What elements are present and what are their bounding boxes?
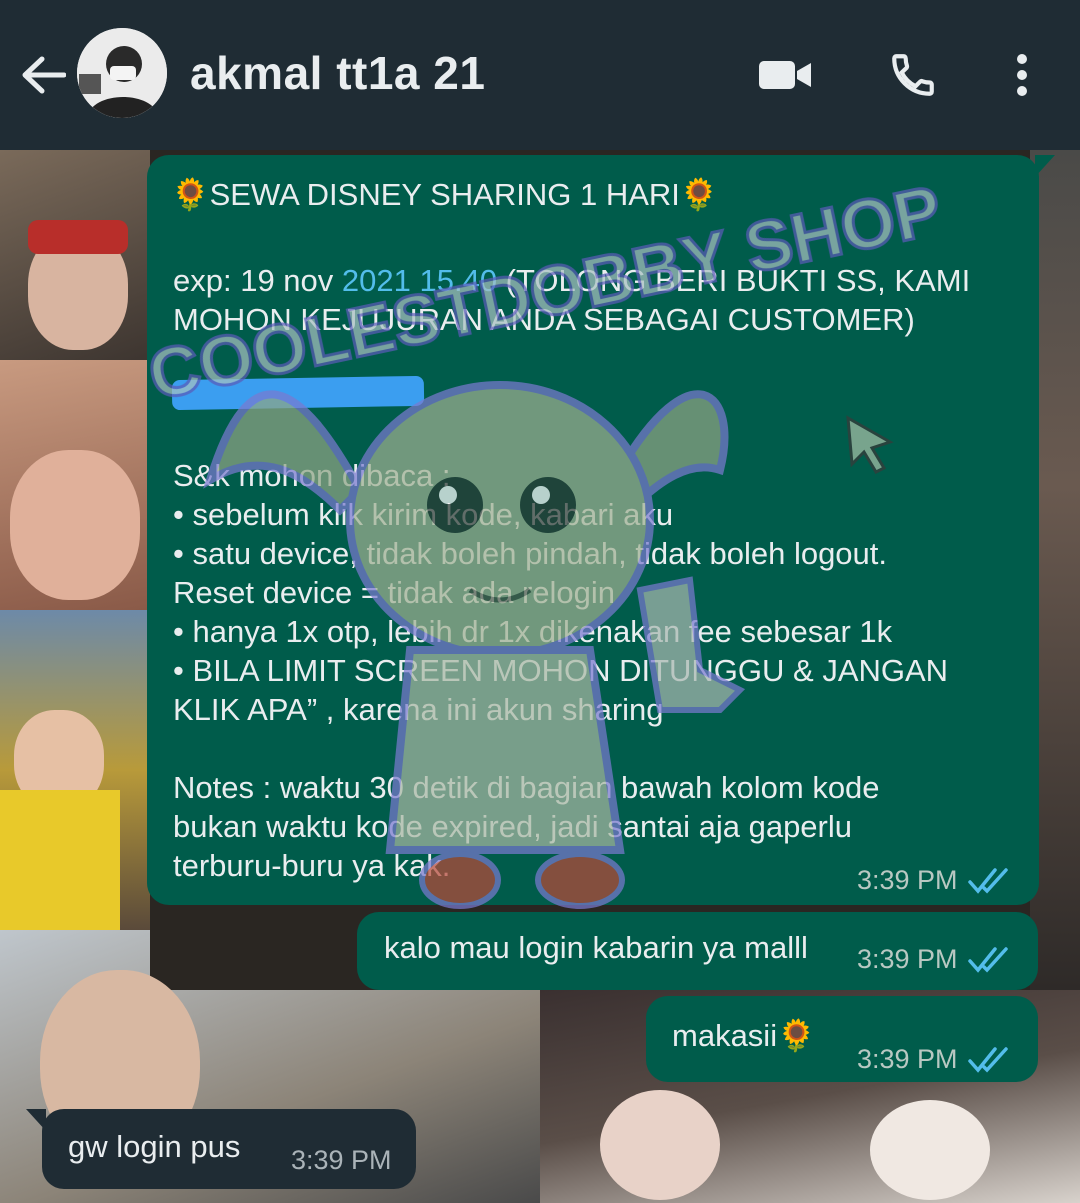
message-bubble-outgoing[interactable]: 🌻SEWA DISNEY SHARING 1 HARI🌻 exp: 19 nov… <box>147 155 1055 905</box>
message-title: 🌻SEWA DISNEY SHARING 1 HARI🌻 <box>171 175 719 214</box>
message-line: • sebelum klik kirim kode, kabari aku <box>173 497 674 532</box>
message-text-content: makasii <box>672 1018 778 1053</box>
video-camera-icon <box>759 61 811 89</box>
back-button[interactable] <box>18 50 68 100</box>
voice-call-button[interactable] <box>885 45 941 105</box>
message-bubble-outgoing[interactable]: kalo mau login kabarin ya malll 3:39 PM <box>357 912 1038 990</box>
more-vertical-icon <box>1017 54 1027 96</box>
message-text: makasii🌻 <box>672 1016 816 1055</box>
message-line: • BILA LIMIT SCREEN MOHON DITUNGGU & JAN… <box>173 653 949 688</box>
message-line: S&k mohon dibaca : <box>173 458 451 493</box>
message-meta: 3:39 PM <box>857 1040 1012 1079</box>
video-call-button[interactable] <box>755 45 815 105</box>
title-text: SEWA DISNEY SHARING 1 HARI <box>209 177 680 212</box>
exp-note: (TOLONG BERI BUKTI SS, KAMI <box>497 263 971 298</box>
message-meta: 3:39 PM <box>857 861 1012 900</box>
message-time: 3:39 PM <box>291 1145 392 1175</box>
arrow-left-icon <box>22 56 66 94</box>
phone-icon <box>892 54 934 96</box>
avatar-photo <box>77 28 167 118</box>
exp-text: exp: 19 nov <box>173 263 342 298</box>
message-text: gw login pus <box>68 1129 241 1164</box>
sunflower-icon: 🌻 <box>777 1018 816 1053</box>
message-bubble-incoming[interactable]: gw login pus 3:39 PM <box>26 1109 416 1189</box>
double-check-read-icon <box>967 1046 1008 1073</box>
bubble-tail <box>1035 155 1055 177</box>
message-bubble-outgoing[interactable]: makasii🌻 3:39 PM <box>646 996 1038 1082</box>
message-meta: 3:39 PM <box>857 940 1012 979</box>
message-line: Reset device = tidak ada relogin <box>173 575 616 610</box>
contact-name[interactable]: akmal tt1a 21 <box>190 46 485 100</box>
double-check-read-icon <box>967 867 1008 894</box>
message-line: bukan waktu kode expired, jadi santai aj… <box>173 809 853 844</box>
message-line: Notes : waktu 30 detik di bagian bawah k… <box>173 770 880 805</box>
chat-header: akmal tt1a 21 <box>0 0 1080 150</box>
menu-button[interactable] <box>1000 45 1044 105</box>
message-time: 3:39 PM <box>857 865 958 895</box>
bubble-tail <box>26 1109 46 1131</box>
message-line: terburu-buru ya kak. <box>173 848 451 883</box>
sunflower-icon: 🌻 <box>171 177 210 212</box>
message-line: • satu device, tidak boleh pindah, tidak… <box>173 536 888 571</box>
message-line: KLIK APA” , karena ini akun sharing <box>173 692 664 727</box>
message-time: 3:39 PM <box>857 1044 958 1074</box>
double-check-read-icon <box>967 946 1008 973</box>
message-meta: 3:39 PM <box>291 1141 392 1180</box>
message-line: • hanya 1x otp, lebih dr 1x dikenakan fe… <box>173 614 893 649</box>
message-line: MOHON KEJUJURAN ANDA SEBAGAI CUSTOMER) <box>173 302 915 337</box>
contact-avatar[interactable] <box>77 28 167 118</box>
whatsapp-chat-screen: akmal tt1a 21 🌻SEWA DISNEY SHARING 1 HAR… <box>0 0 1080 1203</box>
message-time: 3:39 PM <box>857 944 958 974</box>
message-line: exp: 19 nov 2021 15.40 (TOLONG BERI BUKT… <box>173 261 970 300</box>
message-text: kalo mau login kabarin ya malll <box>384 930 808 965</box>
sunflower-icon: 🌻 <box>679 177 719 212</box>
date-link[interactable]: 2021 15.40 <box>342 263 497 298</box>
redaction-mark <box>171 375 425 411</box>
